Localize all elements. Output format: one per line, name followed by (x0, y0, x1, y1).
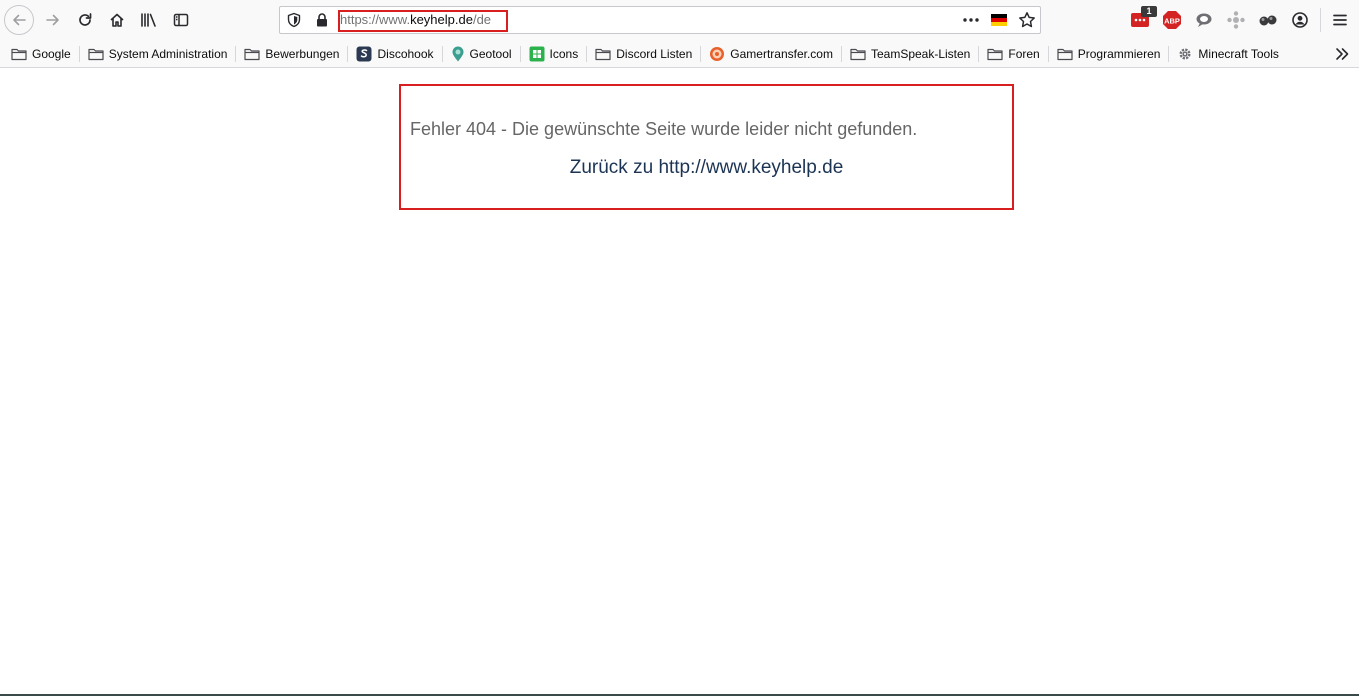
bookmark-minecraft-tools[interactable]: Minecraft Tools (1171, 43, 1284, 65)
tracking-shield-icon[interactable] (286, 12, 302, 28)
forward-button[interactable] (38, 5, 68, 35)
bookmark-label: Discord Listen (616, 46, 693, 61)
bookmark-folder-system-administration[interactable]: System Administration (82, 43, 234, 65)
bookmark-label: System Administration (108, 46, 228, 61)
extension-badge: 1 (1141, 6, 1157, 17)
discohook-icon (356, 46, 372, 61)
bookmark-label: Minecraft Tools (1198, 46, 1279, 61)
bookmark-label: Geotool (469, 46, 512, 61)
toolbar-separator (1320, 8, 1321, 32)
bookmark-separator (1047, 45, 1049, 62)
bookmark-folder-bewerbungen[interactable]: Bewerbungen (238, 43, 345, 65)
folder-icon (595, 48, 611, 60)
back-to-homepage-link[interactable]: http://www.keyhelp.de (658, 157, 843, 178)
folder-icon (88, 48, 104, 60)
bookmark-separator (235, 45, 237, 62)
gear-icon (1179, 47, 1191, 60)
reload-button[interactable] (70, 5, 100, 35)
icons-site-icon (529, 46, 545, 61)
error-message: Fehler 404 - Die gewünschte Seite wurde … (410, 119, 918, 139)
flag-stripe-gold (991, 22, 1007, 26)
bookmark-folder-discord-listen[interactable]: Discord Listen (589, 43, 698, 65)
folder-icon (850, 48, 866, 60)
page-actions-more-icon[interactable] (960, 12, 982, 28)
bookmark-label: Google (32, 46, 71, 61)
browser-window: https://www.keyhelp.de/de 1 ABP Google S… (0, 0, 1359, 696)
bookmark-folder-google[interactable]: Google (5, 43, 77, 65)
bookmark-gamertransfer[interactable]: Gamertransfer.com (703, 43, 839, 65)
bookmark-label: Gamertransfer.com (730, 46, 833, 61)
arrow-left-icon (13, 14, 26, 26)
url-highlight-box (338, 10, 508, 32)
bookmark-separator (586, 45, 588, 62)
bookmark-icons[interactable]: Icons (523, 43, 585, 65)
reload-icon (79, 13, 92, 26)
gamertransfer-icon (710, 46, 725, 61)
error-highlight-box: Fehler 404 - Die gewünschte Seite wurde … (399, 84, 1014, 210)
library-icon (141, 13, 156, 27)
bookmark-label: Programmieren (1077, 46, 1161, 61)
account-icon[interactable] (1290, 10, 1310, 30)
back-button[interactable] (4, 5, 34, 35)
arrow-right-icon (46, 14, 59, 26)
bookmark-label: Discohook (377, 46, 434, 61)
sidebar-toggle-button[interactable] (166, 5, 196, 35)
bookmark-separator (978, 45, 980, 62)
url-bar[interactable]: https://www.keyhelp.de/de (279, 6, 1041, 34)
glasses-extension-icon[interactable] (1258, 10, 1278, 30)
german-flag-icon[interactable] (991, 14, 1007, 26)
bookmark-label: Icons (549, 46, 579, 61)
sidebar-icon (173, 13, 189, 27)
bookmark-separator (519, 45, 521, 62)
folder-icon (1057, 48, 1073, 60)
bookmark-geotool[interactable]: Geotool (445, 43, 518, 65)
hamburger-menu-icon[interactable] (1330, 10, 1350, 30)
adblock-plus-icon[interactable]: ABP (1162, 10, 1182, 30)
back-link-line: Zurück zu http://www.keyhelp.de (401, 157, 1012, 179)
bookmarks-toolbar: Google System Administration Bewerbungen… (0, 40, 1359, 68)
bookmark-folder-programmieren[interactable]: Programmieren (1051, 43, 1167, 65)
bookmark-folder-teamspeak-listen[interactable]: TeamSpeak-Listen (844, 43, 976, 65)
bookmark-label: Foren (1008, 46, 1040, 61)
bookmark-label: TeamSpeak-Listen (870, 46, 971, 61)
chat-extension-icon[interactable] (1194, 10, 1214, 30)
bookmark-separator (78, 45, 80, 62)
back-link-prefix: Zurück zu (569, 157, 659, 178)
navigation-toolbar: https://www.keyhelp.de/de 1 ABP (0, 0, 1359, 40)
library-button[interactable] (134, 5, 164, 35)
lock-icon[interactable] (314, 12, 330, 28)
bookmark-separator (840, 45, 842, 62)
puzzle-extension-icon[interactable] (1226, 10, 1246, 30)
folder-icon (244, 48, 261, 60)
bookmark-star-icon[interactable] (1018, 11, 1036, 29)
bookmark-separator (347, 45, 349, 62)
bookmark-separator (1168, 45, 1170, 62)
chevron-double-right-icon[interactable] (1333, 45, 1351, 63)
bookmark-label: Bewerbungen (265, 46, 340, 61)
home-icon (110, 13, 124, 27)
bookmark-folder-foren[interactable]: Foren (981, 43, 1045, 65)
geotool-icon (452, 46, 464, 61)
page-content: Fehler 404 - Die gewünschte Seite wurde … (0, 68, 1359, 696)
bookmark-separator (441, 45, 443, 62)
folder-icon (11, 48, 27, 60)
home-button[interactable] (102, 5, 132, 35)
bookmark-discohook[interactable]: Discohook (350, 43, 439, 65)
adblock-plus-label: ABP (1164, 17, 1180, 26)
folder-icon (987, 48, 1003, 60)
bookmark-separator (700, 45, 702, 62)
